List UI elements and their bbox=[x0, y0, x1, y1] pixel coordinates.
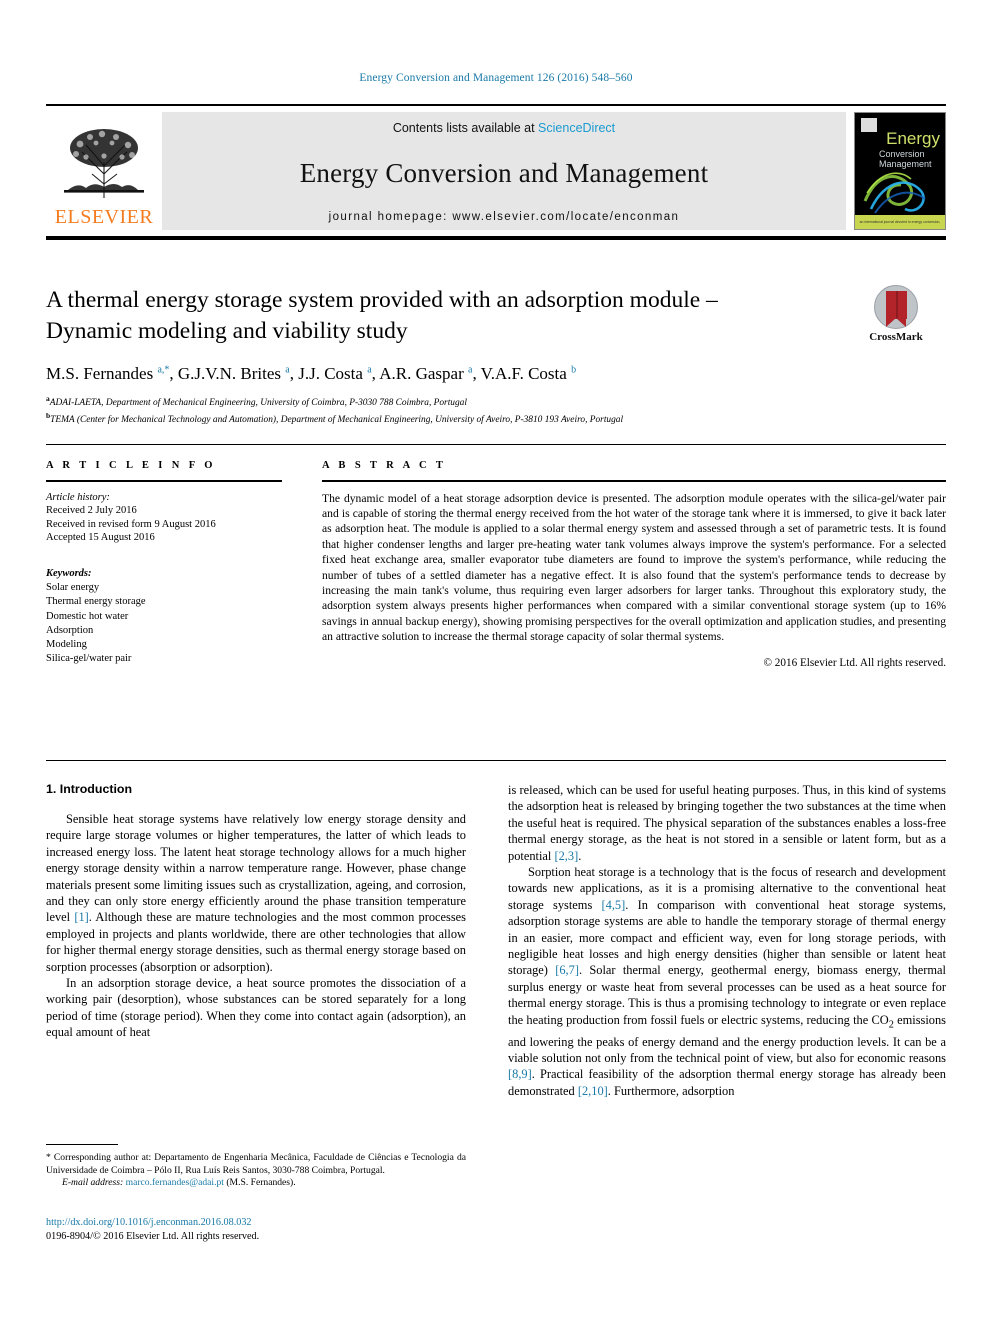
article-info-rule bbox=[46, 480, 282, 482]
corresponding-author-text: * Corresponding author at: Departamento … bbox=[46, 1152, 466, 1176]
citation-ref[interactable]: [2,10] bbox=[578, 1084, 608, 1098]
article-history-accepted: Accepted 15 August 2016 bbox=[46, 532, 155, 544]
abstract-rule bbox=[322, 480, 946, 482]
email-owner: (M.S. Fernandes). bbox=[226, 1177, 296, 1189]
affiliation-a-text: ADAI-LAETA, Department of Mechanical Eng… bbox=[49, 398, 467, 409]
article-history-received: Received 2 July 2016 bbox=[46, 505, 137, 517]
cover-footer-band: an international journal devoted to ener… bbox=[855, 215, 945, 229]
title-block: CrossMark A thermal energy storage syste… bbox=[46, 285, 946, 427]
intro-paragraph-2: In an adsorption storage device, a heat … bbox=[46, 976, 466, 1040]
body-column-right: is released, which can be used for usefu… bbox=[508, 782, 946, 1099]
footnote-separator bbox=[46, 1144, 118, 1145]
intro-paragraph-4: Sorption heat storage is a technology th… bbox=[508, 865, 946, 1098]
running-head: Energy Conversion and Management 126 (20… bbox=[359, 72, 633, 84]
issn-copyright-line: 0196-8904/© 2016 Elsevier Ltd. All right… bbox=[46, 1231, 260, 1242]
corresponding-author-footnote: * Corresponding author at: Departamento … bbox=[46, 1152, 466, 1190]
affiliation-b-text: TEMA (Center for Mechanical Technology a… bbox=[50, 415, 624, 426]
masthead-top-rule bbox=[46, 104, 946, 106]
masthead-center: Contents lists available at ScienceDirec… bbox=[162, 112, 846, 230]
crossmark-ribbon-shape bbox=[886, 291, 907, 327]
email-line: E-mail address: marco.fernandes@adai.pt … bbox=[46, 1177, 466, 1190]
citation-ref[interactable]: [4,5] bbox=[602, 898, 626, 912]
article-info-heading: A R T I C L E I N F O bbox=[46, 460, 216, 471]
info-section-bottom-rule bbox=[46, 760, 946, 761]
elsevier-wordmark: ELSEVIER bbox=[54, 206, 154, 228]
journal-cover-thumbnail: Energy Conversion Management an internat… bbox=[854, 112, 946, 230]
citation-ref[interactable]: [1] bbox=[74, 910, 88, 924]
contents-prefix: Contents lists available at bbox=[392, 121, 535, 135]
masthead-bottom-rule bbox=[46, 236, 946, 240]
cover-title-line3: Management bbox=[879, 159, 932, 169]
abstract-text: The dynamic model of a heat storage adso… bbox=[322, 491, 946, 644]
journal-masthead: ELSEVIER Contents lists available at Sci… bbox=[46, 104, 946, 240]
elsevier-tree-icon bbox=[64, 129, 144, 198]
article-history-revised: Received in revised form 9 August 2016 bbox=[46, 518, 216, 530]
abstract-heading: A B S T R A C T bbox=[322, 460, 447, 471]
article-history-label: Article history: bbox=[46, 491, 110, 503]
cover-footer-text: an international journal devoted to ener… bbox=[859, 220, 941, 224]
affiliation-list: aADAI-LAETA, Department of Mechanical En… bbox=[46, 393, 946, 426]
crossmark-icon bbox=[874, 285, 918, 329]
journal-title: Energy Conversion and Management bbox=[299, 157, 709, 188]
elsevier-logo: ELSEVIER bbox=[46, 112, 162, 230]
keyword-item: Silica-gel/water pair bbox=[46, 653, 132, 665]
intro-paragraph-3: is released, which can be used for usefu… bbox=[508, 783, 946, 863]
affiliation-b: bTEMA (Center for Mechanical Technology … bbox=[46, 410, 946, 427]
keywords-label: Keywords: bbox=[46, 567, 92, 579]
keyword-item: Adsorption bbox=[46, 624, 94, 636]
info-section-top-rule bbox=[46, 444, 946, 445]
body-column-left: 1. Introduction Sensible heat storage sy… bbox=[46, 782, 466, 1041]
keywords-block: Keywords: Solar energy Thermal energy st… bbox=[46, 567, 282, 666]
keyword-item: Solar energy bbox=[46, 582, 100, 594]
citation-ref[interactable]: [8,9] bbox=[508, 1067, 532, 1081]
page-footer: http://dx.doi.org/10.1016/j.enconman.201… bbox=[46, 1216, 476, 1244]
email-label: E-mail address: bbox=[62, 1177, 124, 1189]
doi-link[interactable]: http://dx.doi.org/10.1016/j.enconman.201… bbox=[46, 1216, 476, 1230]
crossmark-ribbon-split bbox=[895, 291, 898, 319]
journal-article-page: Energy Conversion and Management 126 (20… bbox=[0, 0, 992, 1323]
email-link[interactable]: marco.fernandes@adai.pt bbox=[126, 1177, 224, 1188]
abstract-copyright: © 2016 Elsevier Ltd. All rights reserved… bbox=[763, 656, 947, 669]
keyword-item: Thermal energy storage bbox=[46, 596, 146, 608]
crossmark-label: CrossMark bbox=[869, 331, 923, 343]
keyword-item: Modeling bbox=[46, 638, 87, 650]
crossmark-badge[interactable]: CrossMark bbox=[846, 285, 946, 343]
article-info-column: A R T I C L E I N F O Article history: R… bbox=[46, 460, 282, 666]
contents-available-line: Contents lists available at ScienceDirec… bbox=[393, 121, 615, 135]
keyword-item: Domestic hot water bbox=[46, 610, 129, 622]
cover-title-line2: Conversion bbox=[879, 149, 925, 159]
sciencedirect-link[interactable]: ScienceDirect bbox=[538, 121, 615, 135]
author-list: M.S. Fernandes a,*, G.J.V.N. Brites a, J… bbox=[46, 364, 577, 383]
journal-homepage-link[interactable]: journal homepage: www.elsevier.com/locat… bbox=[329, 211, 680, 223]
page-title: A thermal energy storage system provided… bbox=[46, 287, 718, 344]
intro-paragraph-1: Sensible heat storage systems have relat… bbox=[46, 812, 466, 974]
citation-ref[interactable]: [6,7] bbox=[555, 963, 579, 977]
affiliation-a: aADAI-LAETA, Department of Mechanical En… bbox=[46, 393, 946, 410]
section-heading-introduction: 1. Introduction bbox=[46, 782, 133, 796]
citation-ref[interactable]: [2,3] bbox=[554, 849, 578, 863]
cover-title-line1: Energy bbox=[886, 129, 940, 148]
abstract-column: A B S T R A C T The dynamic model of a h… bbox=[322, 460, 946, 669]
